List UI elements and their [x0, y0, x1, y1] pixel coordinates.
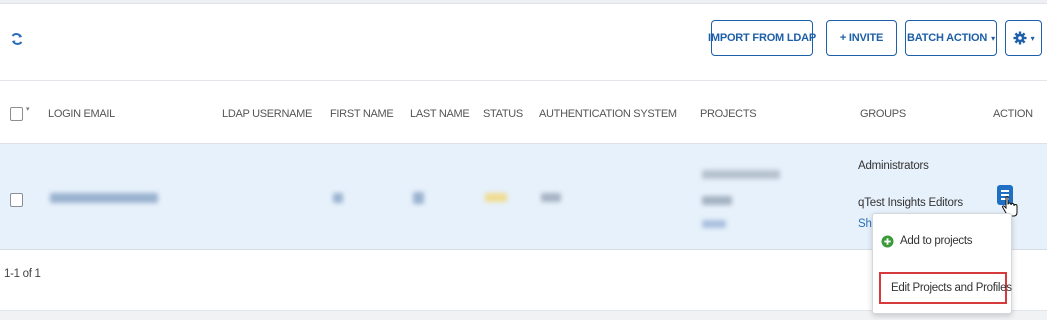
plus-circle-icon — [881, 235, 894, 247]
redacted-first-name — [333, 193, 343, 203]
group-qtest-insights-editors: qTest Insights Editors — [858, 197, 963, 209]
toolbar-divider — [0, 80, 1047, 81]
redacted-status — [485, 193, 507, 202]
select-all-caret[interactable]: ▾ — [26, 105, 30, 113]
batch-action-button[interactable]: BATCH ACTION ▾ — [905, 20, 997, 56]
redacted-projects — [702, 170, 780, 179]
select-all-checkbox[interactable] — [10, 107, 23, 121]
invite-button[interactable]: + INVITE — [826, 20, 897, 56]
edit-projects-and-profiles-menu-item[interactable]: Edit Projects and Profiles — [879, 272, 1012, 304]
settings-button[interactable]: ▾ — [1005, 20, 1042, 56]
add-to-projects-menu-item[interactable]: Add to projects — [881, 230, 1003, 252]
top-border — [0, 0, 1047, 4]
column-header-login-email[interactable]: LOGIN EMAIL — [48, 108, 115, 120]
column-header-authentication-system[interactable]: AUTHENTICATION SYSTEM — [539, 108, 677, 120]
redacted-projects — [702, 196, 732, 205]
edit-projects-and-profiles-label: Edit Projects and Profiles — [891, 282, 1012, 294]
add-to-projects-label: Add to projects — [900, 235, 973, 247]
column-header-status[interactable]: STATUS — [483, 108, 523, 120]
chevron-down-icon: ▾ — [991, 33, 995, 43]
pagination-range: 1-1 of 1 — [4, 268, 41, 280]
column-header-ldap-username[interactable]: LDAP USERNAME — [222, 108, 312, 120]
refresh-icon[interactable] — [10, 32, 24, 46]
redacted-authentication-system — [541, 193, 561, 202]
group-administrators: Administrators — [858, 160, 929, 172]
invite-label: + INVITE — [839, 32, 884, 44]
redacted-login-email — [50, 193, 158, 203]
row-action-menu: Add to projects Edit Projects and Profil… — [872, 213, 1012, 314]
column-header-action: ACTION — [993, 108, 1033, 120]
redacted-projects-link — [702, 220, 726, 228]
gear-icon — [1013, 31, 1027, 45]
import-from-ldap-button[interactable]: IMPORT FROM LDAP — [708, 20, 817, 56]
chevron-down-icon: ▾ — [1030, 33, 1035, 43]
column-header-last-name[interactable]: LAST NAME — [410, 108, 470, 120]
row-checkbox[interactable] — [10, 193, 23, 207]
import-from-ldap-label: IMPORT FROM LDAP — [708, 32, 817, 44]
column-header-groups[interactable]: GROUPS — [860, 108, 906, 120]
column-header-projects[interactable]: PROJECTS — [700, 108, 757, 120]
redacted-last-name — [413, 192, 424, 204]
batch-action-label: BATCH ACTION — [907, 32, 988, 44]
column-header-first-name[interactable]: FIRST NAME — [330, 108, 394, 120]
